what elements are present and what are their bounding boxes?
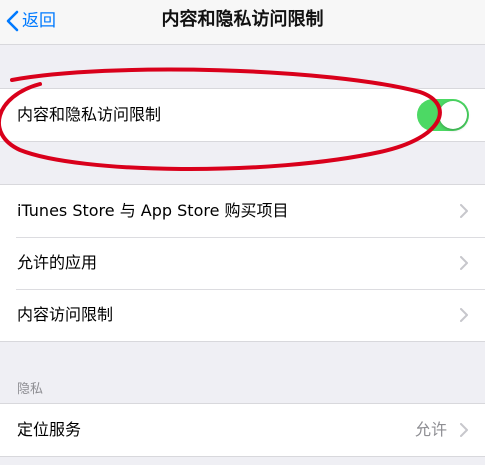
row-label: iTunes Store 与 App Store 购买项目 <box>17 201 289 220</box>
navigation-bar: 返回 内容和隐私访问限制 <box>0 0 485 45</box>
allowed-apps-row[interactable]: 允许的应用 <box>0 237 485 289</box>
chevron-right-icon <box>460 423 468 437</box>
content-privacy-restrictions-toggle[interactable] <box>417 99 469 131</box>
location-services-row[interactable]: 定位服务 允许 <box>0 404 485 456</box>
restrictions-options-group: iTunes Store 与 App Store 购买项目 允许的应用 内容访问… <box>0 184 485 342</box>
chevron-right-icon <box>460 204 468 218</box>
privacy-section-header: 隐私 <box>17 382 44 397</box>
content-restrictions-row[interactable]: 内容访问限制 <box>0 289 485 341</box>
row-label: 内容访问限制 <box>17 305 114 324</box>
location-services-value: 允许 <box>414 420 447 439</box>
chevron-right-icon <box>460 308 468 322</box>
page-title: 内容和隐私访问限制 <box>161 9 324 30</box>
privacy-group: 定位服务 允许 <box>0 403 485 457</box>
content-privacy-restrictions-row: 内容和隐私访问限制 <box>0 89 485 141</box>
chevron-right-icon <box>460 256 468 270</box>
row-label: 允许的应用 <box>17 253 98 272</box>
row-label: 定位服务 <box>17 420 82 439</box>
row-label: 内容和隐私访问限制 <box>17 105 162 124</box>
restrictions-toggle-group: 内容和隐私访问限制 <box>0 88 485 142</box>
toggle-knob <box>439 101 467 129</box>
itunes-app-store-purchases-row[interactable]: iTunes Store 与 App Store 购买项目 <box>0 185 485 237</box>
